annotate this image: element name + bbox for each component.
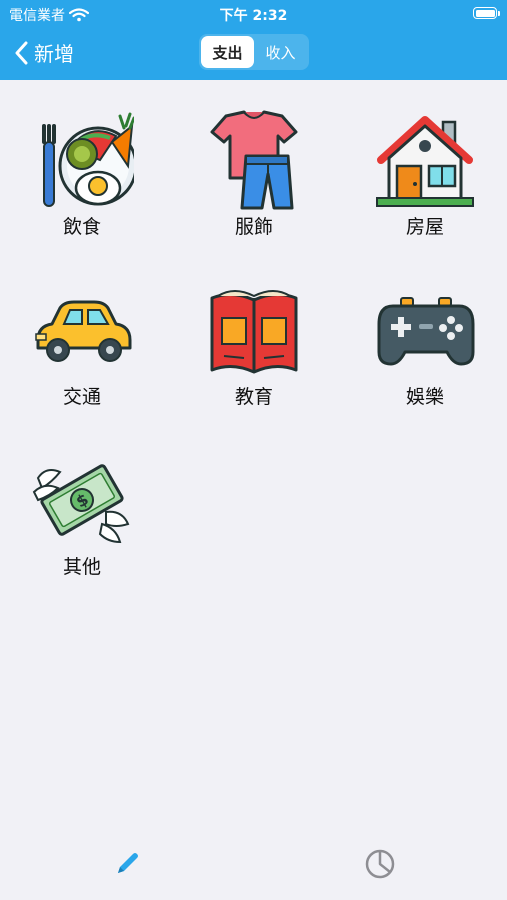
status-bar: 電信業者 下午 2:32 — [0, 0, 507, 28]
category-clothing[interactable]: 服飾 — [194, 108, 314, 239]
category-label: 教育 — [234, 386, 273, 408]
flying-money-icon: $ — [32, 464, 130, 544]
category-label: 飲食 — [62, 216, 101, 238]
category-education[interactable]: 教育 — [194, 278, 314, 409]
category-house[interactable]: 房屋 — [365, 108, 485, 239]
pencil-icon — [118, 853, 138, 873]
tab-add[interactable] — [111, 848, 143, 880]
category-label: 娛樂 — [405, 386, 444, 408]
category-label: 房屋 — [405, 216, 444, 238]
book-icon — [210, 290, 298, 374]
category-entertainment[interactable]: 娛樂 — [365, 278, 485, 409]
pie-chart-icon — [365, 849, 395, 879]
tab-bar — [0, 830, 507, 900]
segment-expense[interactable]: 支出 — [201, 36, 254, 68]
battery-icon — [473, 7, 500, 19]
back-button[interactable]: 新增 — [14, 38, 74, 67]
gamepad-icon — [377, 297, 475, 366]
status-time: 下午 2:32 — [219, 8, 288, 24]
category-other[interactable]: $ 其他 — [22, 448, 142, 579]
tab-stats[interactable] — [364, 848, 396, 880]
segment-income[interactable]: 收入 — [254, 36, 307, 68]
category-label: 服飾 — [234, 216, 273, 238]
category-food[interactable]: 飲食 — [22, 108, 142, 239]
food-plate-icon — [42, 112, 134, 207]
category-label: 交通 — [62, 386, 101, 408]
back-label: 新增 — [34, 42, 74, 66]
category-label: 其他 — [62, 556, 101, 578]
chevron-left-icon — [15, 41, 28, 64]
house-icon — [376, 116, 474, 207]
nav-bar: 新增 支出 收入 — [0, 28, 507, 80]
clothing-icon — [210, 110, 298, 210]
category-transport[interactable]: 交通 — [22, 278, 142, 409]
type-segmented-control: 支出 收入 — [199, 34, 309, 70]
car-icon — [35, 300, 132, 362]
